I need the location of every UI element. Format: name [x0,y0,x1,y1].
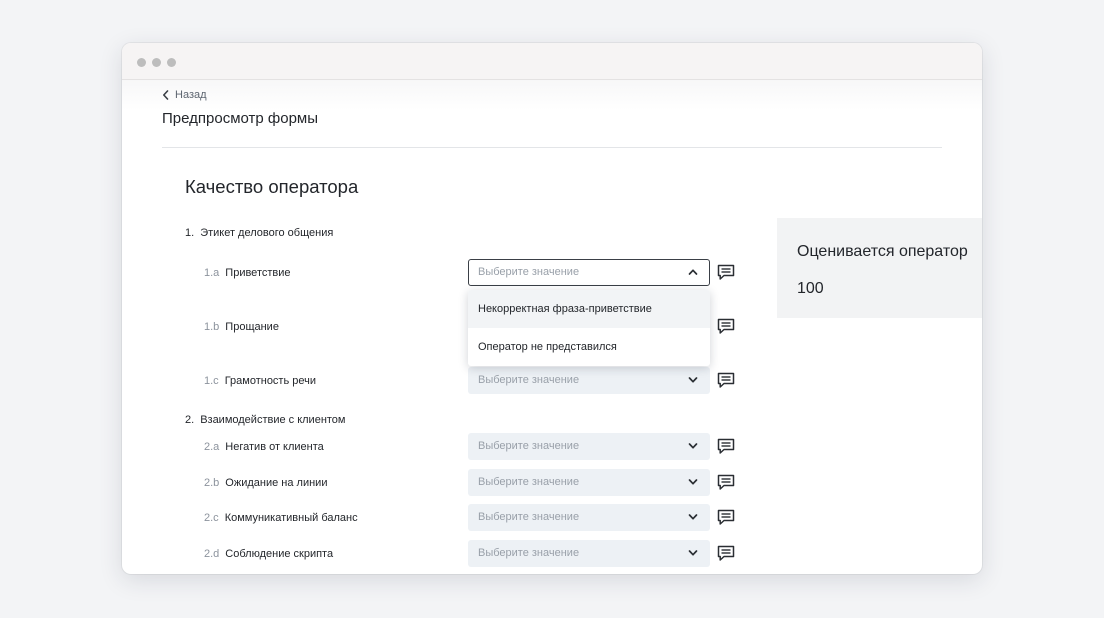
chevron-down-icon [688,479,698,485]
criterion-code: 1.a [204,267,220,279]
criterion-select[interactable]: Выберите значение [468,259,710,286]
criterion-label: 2.c Коммуникативный баланс [204,512,358,524]
section-title: Взаимодействие с клиентом [200,414,346,426]
criterion-label: 1.b Прощание [204,321,279,333]
comment-icon[interactable] [717,372,735,389]
criterion-label: 1.a Приветствие [204,267,291,279]
divider [162,147,942,148]
page-title: Предпросмотр формы [162,110,319,127]
window-dot-icon[interactable] [137,58,146,67]
section-number: 2. [185,414,195,426]
criterion-name: Коммуникативный баланс [224,512,358,524]
criterion-name: Прощание [225,321,279,333]
chevron-down-icon [688,443,698,449]
criterion-code: 1.b [204,321,220,333]
chevron-down-icon [688,550,698,556]
comment-icon[interactable] [717,318,735,335]
select-placeholder: Выберите значение [478,476,580,488]
header-fade [122,80,982,110]
criterion-name: Соблюдение скрипта [225,548,334,560]
criterion-code: 2.b [204,477,220,489]
criterion-label: 2.a Негатив от клиента [204,441,324,453]
window-dot-icon[interactable] [152,58,161,67]
dropdown-option[interactable]: Оператор не представился [468,328,710,366]
criterion-code: 1.c [204,375,219,387]
criterion-select[interactable]: Выберите значение [468,433,710,460]
criterion-code: 2.d [204,548,220,560]
criterion-select[interactable]: Выберите значение [468,367,710,394]
select-placeholder: Выберите значение [478,374,580,386]
criterion-label: 2.b Ожидание на линии [204,477,327,489]
evaluated-operator-panel: Оценивается оператор 100 [777,218,982,318]
criterion-select[interactable]: Выберите значение [468,540,710,567]
criterion-name: Грамотность речи [224,375,317,387]
select-placeholder: Выберите значение [478,266,580,278]
back-link[interactable]: Назад [162,88,207,102]
comment-icon[interactable] [717,438,735,455]
criterion-name: Приветствие [225,267,291,279]
chevron-up-icon [688,269,698,275]
section-heading: 2. Взаимодействие с клиентом [185,414,346,426]
dropdown-menu: Некорректная фраза-приветствие Оператор … [468,290,710,366]
panel-score: 100 [797,280,824,297]
select-placeholder: Выберите значение [478,511,580,523]
criterion-select[interactable]: Выберите значение [468,504,710,531]
criterion-label: 2.d Соблюдение скрипта [204,548,333,560]
chevron-down-icon [688,514,698,520]
criterion-label: 1.c Грамотность речи [204,375,316,387]
panel-label: Оценивается оператор [797,243,968,260]
comment-icon[interactable] [717,474,735,491]
select-placeholder: Выберите значение [478,547,580,559]
window-dot-icon[interactable] [167,58,176,67]
chevron-left-icon [163,90,169,100]
section-heading: 1. Этикет делового общения [185,227,333,239]
back-label: Назад [175,89,207,101]
chevron-down-icon [688,377,698,383]
select-placeholder: Выберите значение [478,440,580,452]
section-number: 1. [185,227,195,239]
browser-window: Назад Предпросмотр формы Качество операт… [122,43,982,574]
comment-icon[interactable] [717,264,735,281]
criterion-code: 2.a [204,441,220,453]
dropdown-option[interactable]: Некорректная фраза-приветствие [468,290,710,328]
section-title: Этикет делового общения [200,227,334,239]
criterion-name: Ожидание на линии [225,477,328,489]
form-title: Качество оператора [185,176,359,197]
comment-icon[interactable] [717,545,735,562]
criterion-select[interactable]: Выберите значение [468,469,710,496]
window-titlebar [122,43,982,80]
criterion-name: Негатив от клиента [225,441,324,453]
criterion-code: 2.c [204,512,219,524]
comment-icon[interactable] [717,509,735,526]
